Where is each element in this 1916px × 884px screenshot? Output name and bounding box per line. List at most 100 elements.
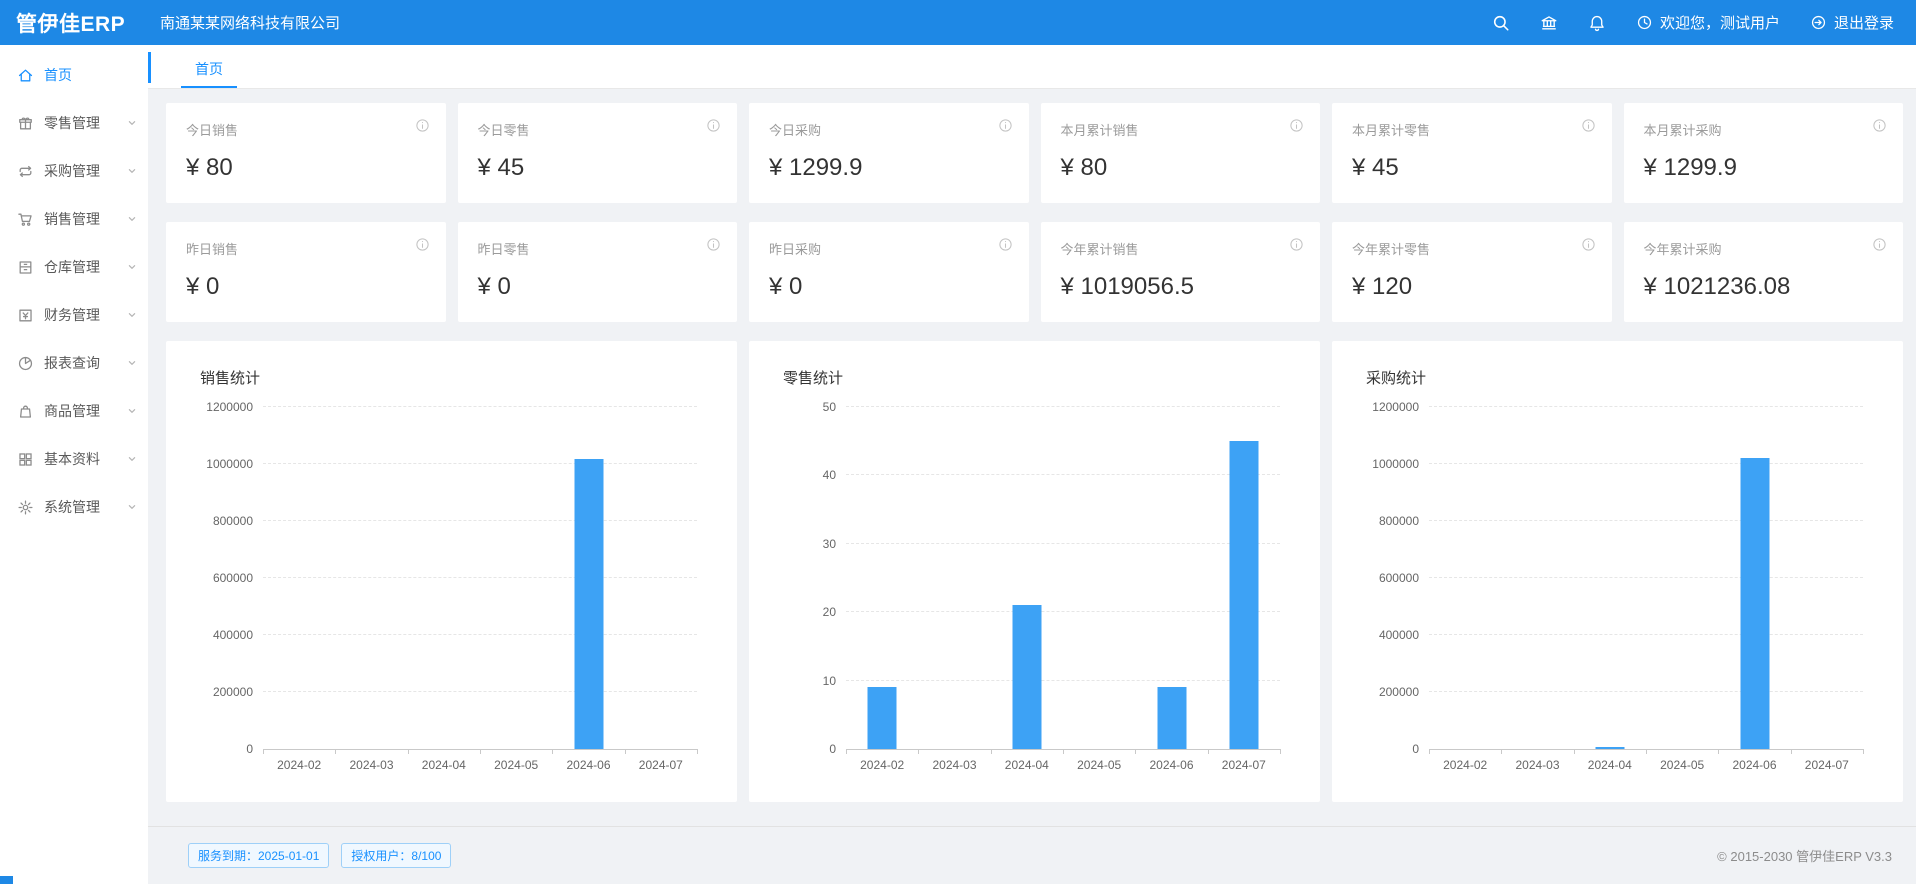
stat-card: 今年累计销售¥ 1019056.5: [1041, 222, 1321, 322]
info-icon[interactable]: [706, 118, 721, 133]
sidebar: 首页零售管理采购管理销售管理仓库管理财务管理报表查询商品管理基本资料系统管理: [0, 45, 148, 884]
logout-button[interactable]: 退出登录: [1810, 12, 1894, 33]
info-icon[interactable]: [1872, 118, 1887, 133]
sidebar-item-sales[interactable]: 销售管理: [0, 195, 148, 243]
y-axis-tick-label: 1200000: [206, 400, 253, 414]
stat-card: 本月累计零售¥ 45: [1332, 103, 1612, 203]
x-axis-tick-label: 2024-02: [860, 758, 904, 772]
search-icon[interactable]: [1492, 14, 1510, 32]
app-logo: 管伊佳ERP: [0, 8, 148, 38]
y-axis-tick-label: 10: [823, 674, 836, 688]
info-icon[interactable]: [998, 118, 1013, 133]
x-axis-tick: [408, 749, 409, 754]
info-icon[interactable]: [1581, 237, 1596, 252]
info-icon[interactable]: [1289, 118, 1304, 133]
tab-home[interactable]: 首页: [181, 51, 237, 88]
x-axis-tick: [1574, 749, 1575, 754]
x-axis-tick: [552, 749, 553, 754]
x-axis-tick-label: 2024-04: [1005, 758, 1049, 772]
bar-2024-04: [1595, 747, 1624, 749]
stat-card-title: 本月累计采购: [1644, 120, 1884, 139]
x-axis-tick-label: 2024-02: [1443, 758, 1487, 772]
logout-label: 退出登录: [1834, 12, 1894, 33]
y-axis-tick-label: 200000: [213, 685, 253, 699]
sync-icon: [17, 163, 34, 180]
x-axis-tick-label: 2024-05: [1660, 758, 1704, 772]
bank-icon[interactable]: [1540, 14, 1558, 32]
y-axis-tick-label: 1200000: [1372, 400, 1419, 414]
stat-card-value: ¥ 0: [186, 273, 426, 301]
copyright: © 2015-2030 管伊佳ERP V3.3: [1717, 846, 1892, 865]
stat-card: 昨日销售 ¥ 0: [166, 222, 446, 322]
active-tab-accent: [148, 52, 151, 83]
x-axis-tick-label: 2024-07: [639, 758, 683, 772]
x-axis-tick: [480, 749, 481, 754]
sidebar-item-label: 商品管理: [44, 401, 126, 421]
y-axis-tick-label: 600000: [213, 571, 253, 585]
y-axis-tick-label: 0: [829, 742, 836, 756]
info-icon[interactable]: [706, 237, 721, 252]
chevron-down-icon: [126, 357, 138, 369]
stat-card-title: 昨日零售: [478, 239, 718, 258]
y-axis-tick-label: 50: [823, 400, 836, 414]
sidebar-item-home[interactable]: 首页: [0, 51, 148, 99]
y-axis-tick-label: 1000000: [206, 457, 253, 471]
sidebar-item-label: 系统管理: [44, 497, 126, 517]
bell-icon[interactable]: [1588, 14, 1606, 32]
sidebar-item-purchase[interactable]: 采购管理: [0, 147, 148, 195]
home-icon: [17, 67, 34, 84]
stat-card-title: 昨日销售: [186, 239, 426, 258]
bar-2024-02: [868, 687, 897, 749]
stat-card-value: ¥ 45: [478, 154, 718, 182]
sidebar-item-goods[interactable]: 商品管理: [0, 387, 148, 435]
footer-badge: 服务到期：2025-01-01: [188, 843, 329, 868]
info-icon[interactable]: [415, 118, 430, 133]
x-axis-tick: [1280, 749, 1281, 754]
stat-card-title: 今日采购: [769, 120, 1009, 139]
gridline: [263, 406, 697, 407]
info-icon[interactable]: [998, 237, 1013, 252]
tab-bar: 首页: [148, 45, 1916, 89]
gridline: [1429, 406, 1863, 407]
sidebar-item-finance[interactable]: 财务管理: [0, 291, 148, 339]
x-axis-tick: [1646, 749, 1647, 754]
x-axis-tick-label: 2024-06: [1732, 758, 1776, 772]
x-axis-tick: [263, 749, 264, 754]
charts-grid: 销售统计020000040000060000080000010000001200…: [166, 341, 1903, 802]
y-axis-tick-label: 800000: [1379, 514, 1419, 528]
y-axis-tick-label: 0: [1412, 742, 1419, 756]
x-axis-tick: [625, 749, 626, 754]
chevron-down-icon: [126, 213, 138, 225]
gridline: [846, 680, 1280, 681]
stat-card-title: 今年累计采购: [1644, 239, 1884, 258]
sidebar-item-warehouse[interactable]: 仓库管理: [0, 243, 148, 291]
gridline: [846, 611, 1280, 612]
x-axis-tick: [846, 749, 847, 754]
info-icon[interactable]: [415, 237, 430, 252]
sidebar-item-basic[interactable]: 基本资料: [0, 435, 148, 483]
chart-plot: 0200000400000600000800000100000012000002…: [1429, 407, 1863, 750]
sidebar-item-report[interactable]: 报表查询: [0, 339, 148, 387]
info-icon[interactable]: [1581, 118, 1596, 133]
gear-icon: [17, 499, 34, 516]
x-axis-tick-label: 2024-03: [932, 758, 976, 772]
footer-badge: 授权用户：8/100: [341, 843, 451, 868]
y-axis-tick-label: 1000000: [1372, 457, 1419, 471]
gridline: [846, 406, 1280, 407]
x-axis-tick: [1208, 749, 1209, 754]
info-icon[interactable]: [1289, 237, 1304, 252]
sidebar-item-system[interactable]: 系统管理: [0, 483, 148, 531]
sidebar-item-retail[interactable]: 零售管理: [0, 99, 148, 147]
chart-panel-3: 采购统计020000040000060000080000010000001200…: [1332, 341, 1903, 802]
info-icon[interactable]: [1872, 237, 1887, 252]
gridline: [1429, 520, 1863, 521]
main-area: 首页 今日销售¥ 80今日零售¥ 45今日采购¥ 1299.9本月累计销售¥ 8…: [148, 45, 1916, 884]
y-axis-tick-label: 400000: [213, 628, 253, 642]
sidebar-item-label: 首页: [44, 65, 138, 85]
stat-card-value: ¥ 80: [1061, 154, 1301, 182]
stat-card-value: ¥ 0: [769, 273, 1009, 301]
bar-2024-06: [574, 459, 603, 749]
sidebar-item-label: 基本资料: [44, 449, 126, 469]
y-axis-tick-label: 0: [246, 742, 253, 756]
sidebar-item-label: 零售管理: [44, 113, 126, 133]
